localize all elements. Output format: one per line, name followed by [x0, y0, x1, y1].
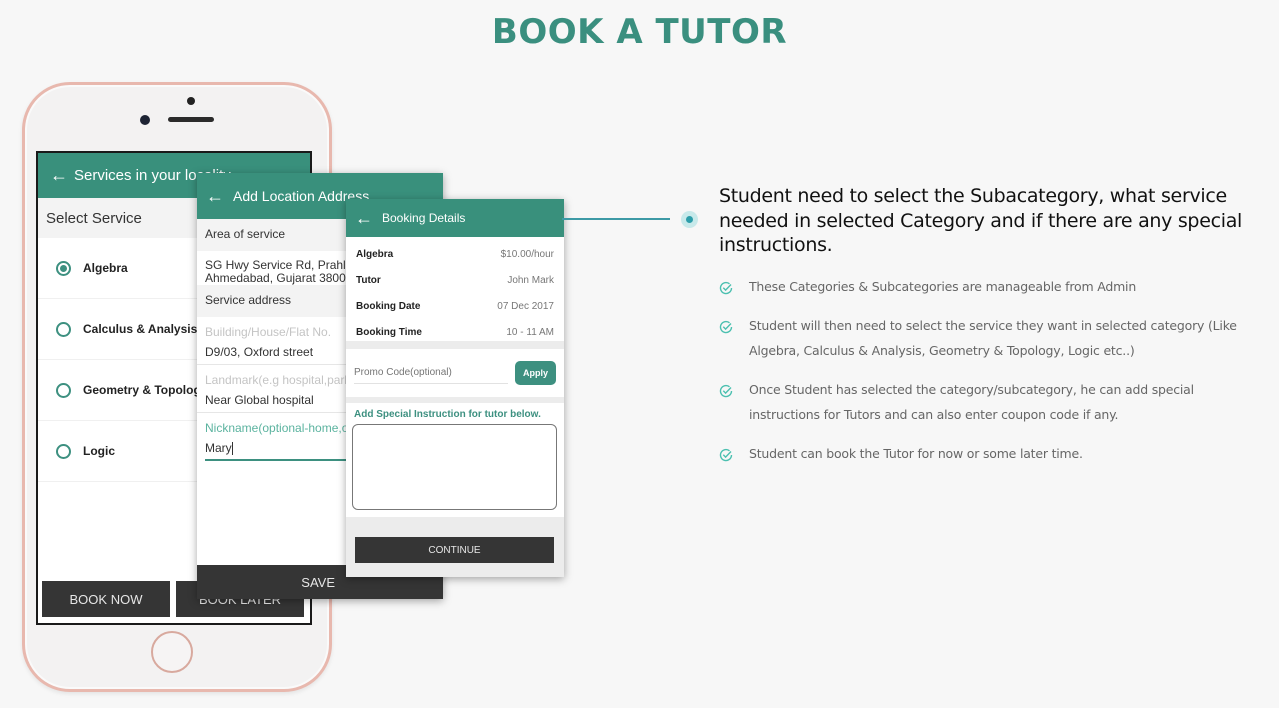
- detail-row: Booking Time 10 - 11 AM: [356, 319, 554, 345]
- feature-item: Once Student has selected the category/s…: [719, 377, 1264, 427]
- booking-details: Algebra $10.00/hour Tutor John Mark Book…: [346, 237, 564, 341]
- feature-item: Student can book the Tutor for now or so…: [719, 441, 1264, 466]
- radio-unselected-icon[interactable]: [56, 443, 71, 459]
- service-label: Logic: [83, 444, 115, 458]
- check-circle-icon: [719, 281, 733, 294]
- detail-value: $10.00/hour: [500, 248, 554, 260]
- front-camera: [140, 115, 150, 125]
- proximity-sensor: [187, 97, 195, 105]
- detail-value: 10 - 11 AM: [506, 326, 554, 338]
- feature-item: These Categories & Subcategories are man…: [719, 274, 1264, 299]
- nickname-value: Mary: [205, 441, 232, 455]
- feature-item: Student will then need to select the ser…: [719, 313, 1264, 363]
- feature-text: These Categories & Subcategories are man…: [749, 278, 1137, 294]
- radio-unselected-icon[interactable]: [56, 382, 71, 398]
- detail-row: Tutor John Mark: [356, 267, 554, 293]
- feature-list: These Categories & Subcategories are man…: [719, 274, 1264, 466]
- page-title: BOOK A TUTOR: [491, 12, 788, 52]
- detail-key: Booking Date: [356, 300, 421, 312]
- back-arrow-icon[interactable]: ←: [197, 186, 233, 207]
- promo-section: Apply: [346, 349, 564, 397]
- check-circle-icon: [719, 384, 733, 397]
- earpiece: [168, 117, 214, 122]
- radio-selected-icon[interactable]: [56, 260, 71, 276]
- detail-row: Booking Date 07 Dec 2017: [356, 293, 554, 319]
- radio-unselected-icon[interactable]: [56, 321, 71, 337]
- continue-button[interactable]: CONTINUE: [355, 537, 554, 563]
- home-button[interactable]: [151, 631, 193, 673]
- service-label: Algebra: [83, 261, 128, 275]
- instruction-heading: Add Special Instruction for tutor below.: [354, 409, 541, 420]
- detail-row: Algebra $10.00/hour: [356, 241, 554, 267]
- service-label: Calculus & Analysis: [83, 322, 198, 336]
- feature-text: Once Student has selected the category/s…: [749, 381, 1194, 422]
- detail-value: John Mark: [507, 274, 554, 286]
- info-heading: Student need to select the Subacategory,…: [719, 185, 1243, 256]
- info-panel: Student need to select the Subacategory,…: [719, 184, 1264, 480]
- apply-button[interactable]: Apply: [515, 361, 556, 385]
- book-now-button[interactable]: BOOK NOW: [42, 581, 170, 617]
- detail-key: Booking Time: [356, 326, 422, 338]
- back-arrow-icon[interactable]: ←: [38, 165, 74, 186]
- booking-screen: ← Booking Details Algebra $10.00/hour Tu…: [346, 199, 564, 577]
- back-arrow-icon[interactable]: ←: [346, 208, 382, 229]
- booking-appbar: ← Booking Details: [346, 199, 564, 237]
- promo-code-input[interactable]: [354, 362, 508, 384]
- feature-text: Student will then need to select the ser…: [749, 317, 1237, 358]
- check-circle-icon: [719, 448, 733, 461]
- connector-dot-icon: [681, 211, 698, 228]
- booking-title: Booking Details: [382, 211, 466, 225]
- detail-value: 07 Dec 2017: [497, 300, 554, 312]
- text-cursor: [231, 442, 233, 456]
- instruction-section: Add Special Instruction for tutor below.: [346, 403, 564, 517]
- detail-key: Tutor: [356, 274, 381, 286]
- service-label: Geometry & Topology: [83, 383, 208, 397]
- connector-line: [562, 218, 670, 220]
- feature-text: Student can book the Tutor for now or so…: [749, 445, 1083, 461]
- detail-key: Algebra: [356, 248, 394, 260]
- instruction-textarea[interactable]: [352, 424, 557, 510]
- check-circle-icon: [719, 320, 733, 333]
